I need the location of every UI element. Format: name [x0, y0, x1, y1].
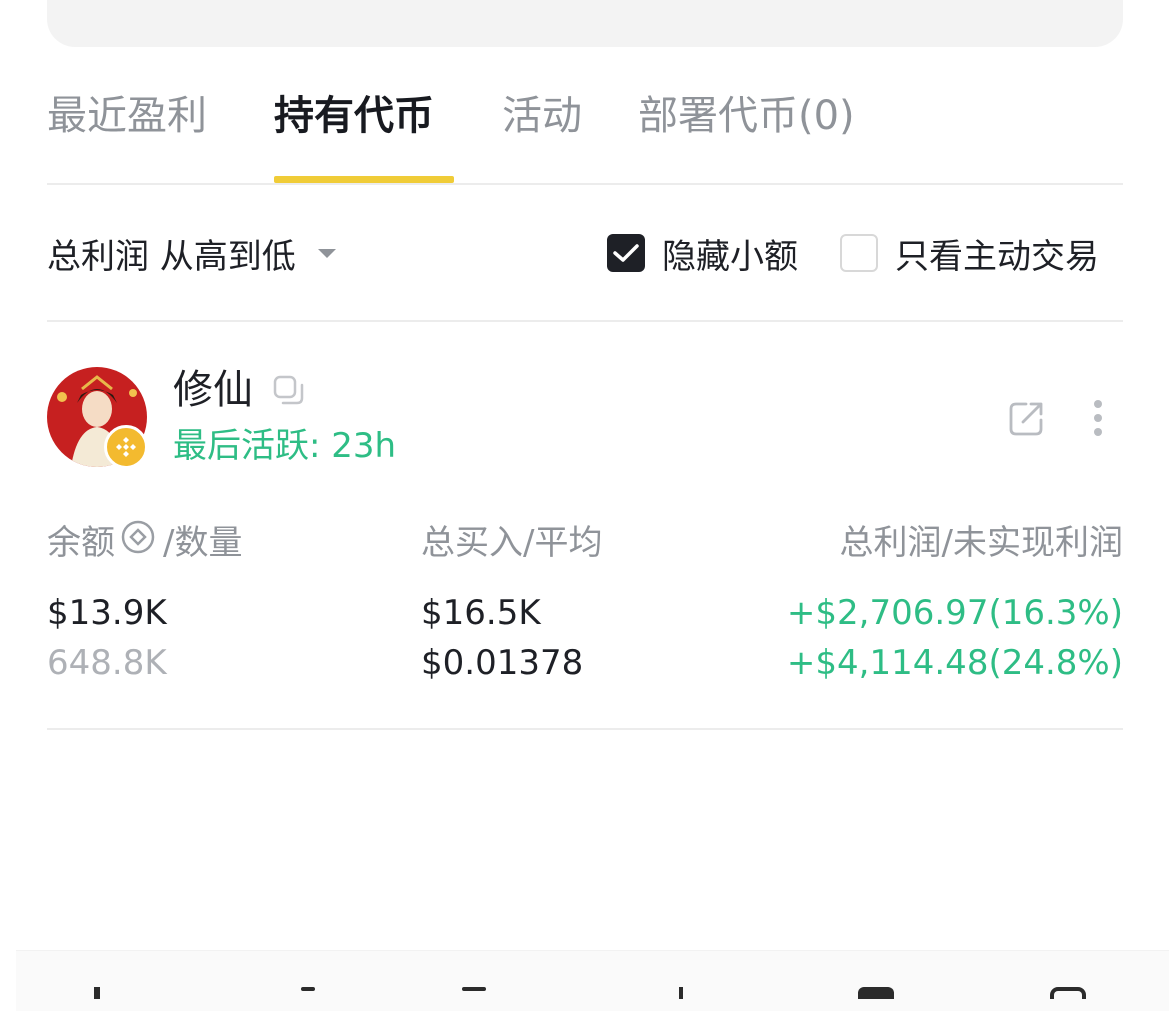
- filter-divider: [47, 320, 1123, 322]
- average-price-value: $0.01378: [421, 643, 584, 683]
- nav-item-3-icon[interactable]: [462, 987, 486, 991]
- total-bought-column-header: 总买入/平均: [421, 523, 603, 563]
- more-vertical-icon[interactable]: [1088, 398, 1108, 442]
- sort-dropdown[interactable]: 总利润 从高到低: [47, 225, 336, 281]
- tab-deployed-tokens[interactable]: 部署代币(0): [638, 88, 855, 144]
- filter-row: 总利润 从高到低 隐藏小额 只看主动交易: [47, 225, 1123, 281]
- nav-item-2-icon[interactable]: [301, 987, 315, 991]
- token-name: 修仙: [173, 367, 253, 413]
- active-trade-only-checkbox[interactable]: 只看主动交易: [840, 229, 1099, 277]
- checkbox-empty-icon: [840, 234, 878, 272]
- tab-holdings[interactable]: 持有代币: [274, 88, 434, 144]
- hide-small-label: 隐藏小额: [662, 236, 798, 277]
- tabs-divider: [47, 183, 1123, 185]
- info-icon[interactable]: [121, 520, 155, 566]
- active-tab-indicator: [274, 176, 454, 183]
- share-icon[interactable]: [1008, 400, 1046, 442]
- bottom-navigation: [16, 950, 1169, 1011]
- sort-label: 总利润 从高到低: [47, 236, 296, 277]
- active-trade-only-label: 只看主动交易: [895, 236, 1099, 277]
- balance-column-header: 余额 /数量: [47, 520, 242, 566]
- tab-bar: 最近盈利 持有代币 活动 部署代币(0): [47, 80, 1123, 184]
- balance-value: $13.9K: [47, 593, 167, 633]
- nav-item-1-icon[interactable]: [94, 987, 100, 999]
- quantity-header-label: /数量: [163, 523, 243, 563]
- tab-recent-profit[interactable]: 最近盈利: [47, 88, 207, 144]
- checkbox-checked-icon: [607, 234, 645, 272]
- copy-icon[interactable]: [272, 374, 306, 412]
- profit-column-header: 总利润/未实现利润: [839, 523, 1123, 563]
- row-divider: [47, 728, 1123, 730]
- bnb-chain-icon: [104, 425, 148, 469]
- nav-item-5-icon[interactable]: [858, 987, 894, 999]
- nav-item-4-icon[interactable]: [679, 987, 683, 999]
- tab-activity[interactable]: 活动: [502, 88, 582, 144]
- caret-down-icon: [317, 248, 336, 258]
- hide-small-checkbox[interactable]: 隐藏小额: [607, 229, 798, 277]
- last-active-text: 最后活跃: 23h: [173, 426, 397, 466]
- quantity-value: 648.8K: [47, 643, 167, 683]
- top-card: [47, 0, 1123, 47]
- balance-header-label: 余额: [47, 523, 115, 563]
- unrealized-profit-value: +$4,114.48(24.8%): [786, 643, 1123, 683]
- nav-item-6-icon[interactable]: [1050, 987, 1086, 999]
- total-bought-value: $16.5K: [421, 593, 541, 633]
- total-profit-value: +$2,706.97(16.3%): [786, 593, 1123, 633]
